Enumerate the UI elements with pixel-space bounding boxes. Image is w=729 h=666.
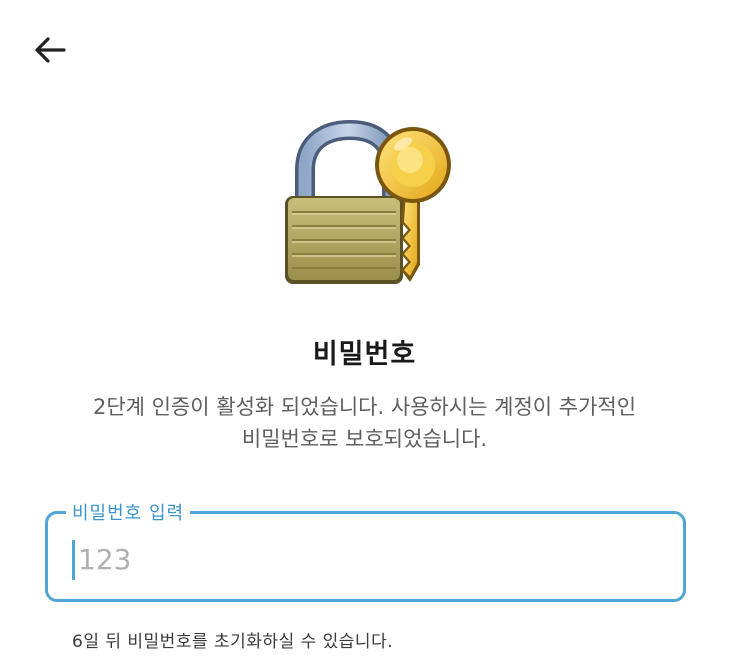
- description: 2단계 인증이 활성화 되었습니다. 사용하시는 계정이 추가적인 비밀번호로 …: [20, 391, 709, 455]
- description-line-1: 2단계 인증이 활성화 되었습니다. 사용하시는 계정이 추가적인: [92, 395, 637, 419]
- page-title: 비밀번호: [312, 339, 417, 370]
- description-line-2: 비밀번호로 보호되었습니다.: [241, 427, 488, 451]
- text-cursor: [72, 540, 75, 580]
- back-button[interactable]: [30, 30, 70, 70]
- helper-text: 6일 뒤 비밀번호를 초기화하실 수 있습니다.: [72, 632, 394, 652]
- password-input[interactable]: [72, 540, 668, 578]
- password-field-label: 비밀번호 입력: [66, 499, 191, 525]
- password-field[interactable]: 비밀번호 입력: [45, 499, 686, 602]
- lock-with-key-icon: [270, 119, 460, 295]
- arrow-left-icon: [35, 37, 66, 63]
